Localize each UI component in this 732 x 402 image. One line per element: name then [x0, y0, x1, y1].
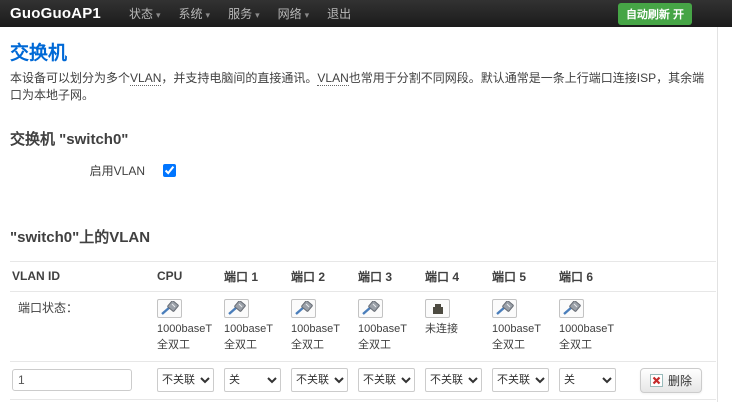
vlan1-port5-select[interactable]: 不关联 — [492, 368, 549, 393]
vlan-row-1: 不关联 关 不关联 不关联 不关联 不关联 关 删除 — [10, 361, 716, 400]
port-speed: 未连接 — [425, 322, 458, 335]
vlan1-id-input[interactable] — [12, 369, 132, 392]
col-header-port2: 端口 2 — [289, 260, 356, 292]
port-status-label: 端口状态： — [10, 291, 155, 362]
menu-logout[interactable]: 退出 — [327, 5, 351, 22]
top-navigation-bar: GuoGuoAP1 状态 ▾ 系统 ▾ 服务 ▾ 网络 ▾ 退出 自动刷新 开 — [0, 0, 732, 27]
port-duplex: 全双工 — [157, 338, 190, 351]
menu-system-label: 系统 — [178, 7, 203, 21]
col-header-port5: 端口 5 — [490, 260, 557, 292]
port-status-5: 100baseT 全双工 — [490, 291, 557, 362]
port-status-1: 100baseT 全双工 — [222, 291, 289, 362]
col-header-actions — [624, 260, 716, 292]
menu-logout-label: 退出 — [327, 7, 352, 21]
menu-network-label: 网络 — [277, 7, 302, 21]
vlan1-port3-select[interactable]: 不关联 — [358, 368, 415, 393]
menu-status-label: 状态 — [128, 7, 153, 21]
menu-status[interactable]: 状态 ▾ — [129, 5, 161, 22]
delete-icon — [650, 373, 663, 387]
vlan-table: VLAN ID CPU 端口 1 端口 2 端口 3 端口 4 端口 5 端口 … — [10, 260, 716, 402]
main-menu: 状态 ▾ 系统 ▾ 服务 ▾ 网络 ▾ 退出 — [129, 5, 351, 22]
menu-services[interactable]: 服务 ▾ — [228, 5, 260, 22]
chevron-down-icon: ▾ — [155, 10, 161, 20]
col-header-vlan-id: VLAN ID — [10, 260, 155, 292]
port-duplex: 全双工 — [224, 338, 257, 351]
port-status-3: 100baseT 全双工 — [356, 291, 423, 362]
description-text: 本设备可以划分为多个 — [10, 71, 131, 85]
ethernet-connected-icon — [559, 298, 584, 318]
delete-button-label: 删除 — [668, 373, 693, 388]
port-status-4: 未连接 — [423, 291, 490, 362]
port-speed: 1000baseT — [559, 322, 615, 335]
col-header-port1: 端口 1 — [222, 260, 289, 292]
port-duplex: 全双工 — [492, 338, 525, 351]
ethernet-disconnected-icon — [425, 298, 450, 318]
port-duplex: 全双工 — [358, 338, 391, 351]
port-status-actions — [624, 291, 716, 362]
vlan1-port4-select[interactable]: 不关联 — [425, 368, 482, 393]
ethernet-connected-icon — [291, 298, 316, 318]
menu-services-label: 服务 — [228, 7, 253, 21]
col-header-port6: 端口 6 — [557, 260, 624, 292]
port-speed: 100baseT — [358, 322, 407, 335]
description-text: ，并支持电脑间的直接通讯。 — [161, 71, 318, 85]
ethernet-connected-icon — [492, 298, 517, 318]
chevron-down-icon: ▾ — [304, 10, 310, 20]
port-speed: 1000baseT — [157, 322, 213, 335]
port-status-2: 100baseT 全双工 — [289, 291, 356, 362]
vlan1-port2-select[interactable]: 不关联 — [291, 368, 348, 393]
port-status-6: 1000baseT 全双工 — [557, 291, 624, 362]
vlan-abbr: VLAN — [130, 71, 162, 86]
port-duplex: 全双工 — [291, 338, 324, 351]
vlan1-port6-select[interactable]: 关 — [559, 368, 616, 393]
menu-system[interactable]: 系统 ▾ — [179, 5, 211, 22]
col-header-port4: 端口 4 — [423, 260, 490, 292]
vlan-section-title: "switch0"上的VLAN — [10, 228, 151, 246]
ethernet-connected-icon — [157, 298, 182, 318]
main-content: 交换机 本设备可以划分为多个VLAN，并支持电脑间的直接通讯。VLAN也常用于分… — [0, 27, 732, 402]
chevron-down-icon: ▾ — [205, 10, 211, 20]
port-status-row: 端口状态： 1000baseT 全双工 100baseT 全双工 100base… — [10, 291, 716, 362]
vlan1-delete-button[interactable]: 删除 — [640, 367, 703, 393]
col-header-port3: 端口 3 — [356, 260, 423, 292]
menu-network[interactable]: 网络 ▾ — [278, 5, 310, 22]
port-speed: 100baseT — [291, 322, 340, 335]
vlan1-port1-select[interactable]: 关 — [224, 368, 281, 393]
ethernet-connected-icon — [224, 298, 249, 318]
vlan-abbr: VLAN — [317, 71, 349, 86]
enable-vlan-checkbox[interactable] — [163, 163, 176, 177]
port-duplex: 全双工 — [559, 338, 592, 351]
vlan1-cpu-select[interactable]: 不关联 — [157, 368, 214, 393]
page-description: 本设备可以划分为多个VLAN，并支持电脑间的直接通讯。VLAN也常用于分割不同网… — [10, 70, 716, 104]
page-edge-divider — [717, 27, 718, 402]
port-speed: 100baseT — [492, 322, 541, 335]
table-header-row: VLAN ID CPU 端口 1 端口 2 端口 3 端口 4 端口 5 端口 … — [10, 260, 716, 292]
page-title: 交换机 — [10, 43, 68, 64]
brand-title: GuoGuoAP1 — [10, 5, 101, 22]
chevron-down-icon: ▾ — [255, 10, 260, 20]
port-status-cpu: 1000baseT 全双工 — [155, 291, 222, 362]
col-header-cpu: CPU — [155, 260, 222, 292]
port-speed: 100baseT — [224, 322, 273, 335]
enable-vlan-label: 启用VLAN — [89, 163, 145, 178]
switch-section-title: 交换机 "switch0" — [10, 130, 129, 148]
enable-vlan-row: 启用VLAN — [10, 162, 716, 179]
auto-refresh-badge[interactable]: 自动刷新 开 — [617, 2, 692, 25]
ethernet-connected-icon — [358, 298, 383, 318]
